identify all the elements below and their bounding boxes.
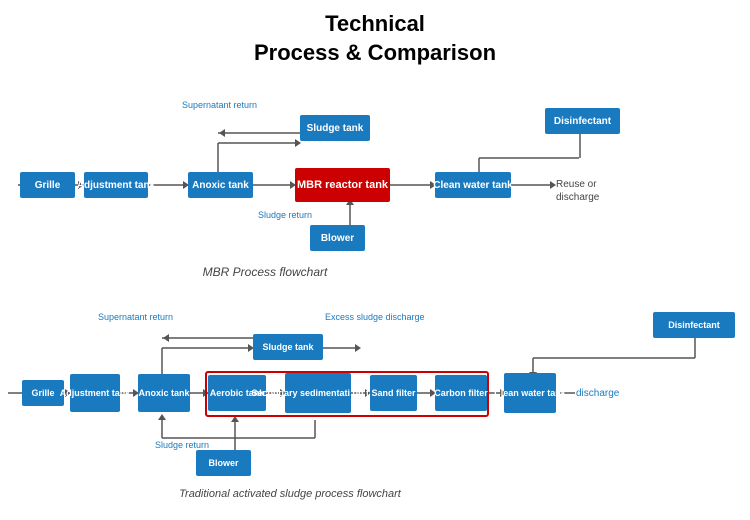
trad-carbon-filter-box: Carbon filter [435,375,487,411]
mbr-sludge-return-label: Sludge return [258,210,312,220]
trad-discharge-label: discharge [576,388,619,399]
trad-supernatant-label: Supernatant return [98,312,173,322]
mbr-reuse-label: Reuse ordischarge [556,178,599,204]
trad-grille-box: Grille [22,380,64,406]
mbr-blower-box: Blower [310,225,365,251]
trad-sludge-return-label: Sludge return [155,440,209,450]
trad-adjustment-box: Adjustment tank [70,374,120,412]
trad-sand-filter-box: Sand filter [370,375,417,411]
mbr-reactor-box: MBR reactor tank [295,168,390,202]
page-title: Technical Process & Comparison [0,0,750,67]
mbr-diagram-label: MBR Process flowchart [130,265,400,279]
mbr-sludge-tank-box: Sludge tank [300,115,370,141]
trad-blower-box: Blower [196,450,251,476]
mbr-anoxic-tank-box: Anoxic tank [188,172,253,198]
trad-secondary-sed-box: Secondary sedimentati on tank [285,373,351,413]
mbr-adjustment-tank-box: Adjustment tank [84,172,148,198]
mbr-clean-water-box: Clean water tank [435,172,511,198]
trad-disinfectant-box: Disinfectant [653,312,735,338]
trad-anoxic-box: Anoxic tank [138,374,190,412]
mbr-disinfectant-box: Disinfectant [545,108,620,134]
trad-sludge-tank-box: Sludge tank [253,334,323,360]
mbr-grille-box: Grille [20,172,75,198]
trad-clean-water-box: Clean water tank [504,373,556,413]
trad-diagram-label: Traditional activated sludge process flo… [90,488,490,500]
trad-excess-sludge-label: Excess sludge discharge [325,312,425,322]
mbr-supernatant-label: Supernatant return [182,100,257,110]
